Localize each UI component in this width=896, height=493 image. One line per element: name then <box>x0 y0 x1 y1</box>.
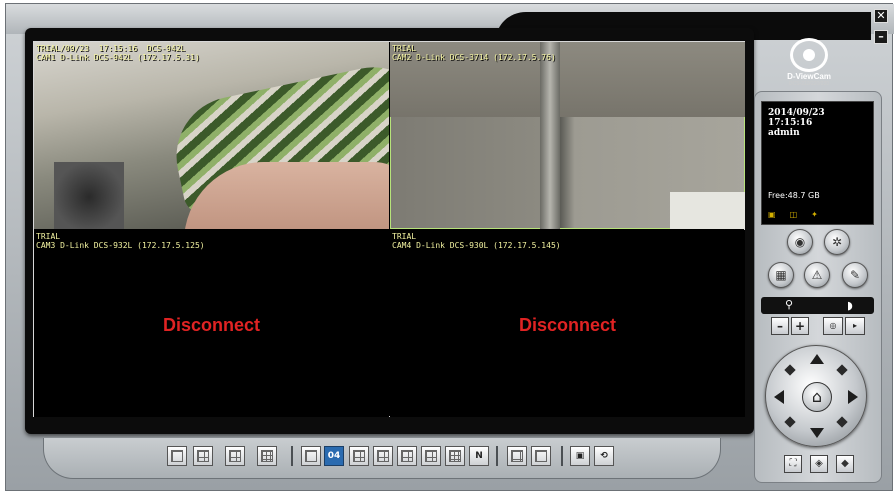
zoom-icon: ⚲ <box>785 298 794 311</box>
focus-icon: ◗ <box>847 299 853 312</box>
pan-down-right-icon[interactable] <box>836 416 848 428</box>
camera-label: TRIAL/09/23 17:15:16 DCS-942L CAM1 D-Lin… <box>36 44 200 62</box>
user-text: admin <box>768 128 800 138</box>
pan-up-left-icon[interactable] <box>784 364 796 376</box>
record-button[interactable]: ◉ <box>787 229 813 255</box>
camera-label: TRIAL CAM3 D-Link DCS-932L (172.17.5.125… <box>36 232 205 250</box>
pan-up-right-icon[interactable] <box>836 364 848 376</box>
status-icons: ▣ ◫ ✦ <box>768 210 832 219</box>
fullscreen-button[interactable]: ⛶ <box>784 455 802 473</box>
layout-custom-button[interactable]: N <box>469 446 489 466</box>
free-space-text: Free:48.7 GB <box>768 191 820 200</box>
trial-label: TRIAL <box>392 44 417 53</box>
camera-view-4[interactable]: TRIAL CAM4 D-Link DCS-930L (172.17.5.145… <box>390 230 745 417</box>
camera-image-detail <box>670 192 745 229</box>
logo-subtitle: DCS-210/220/230 <box>788 81 830 87</box>
dviewcam-logo: D-ViewCam DCS-210/220/230 <box>774 38 844 90</box>
settings-wrench-button[interactable]: ✎ <box>842 262 868 288</box>
layout-quad-button[interactable]: 04 <box>324 446 344 466</box>
focus-near-button[interactable]: ◎ <box>823 317 843 335</box>
camera-view-3[interactable]: TRIAL CAM3 D-Link DCS-932L (172.17.5.125… <box>34 230 389 417</box>
screen-button[interactable]: ▣ <box>570 446 590 466</box>
full-view-button[interactable] <box>531 446 551 466</box>
home-button[interactable]: ⌂ <box>802 382 832 412</box>
trial-label: TRIAL <box>392 232 417 241</box>
auto-cycle-button[interactable]: ⟲ <box>594 446 614 466</box>
network-icon: ✦ <box>811 210 818 219</box>
layout-button-4[interactable] <box>257 446 277 466</box>
disconnect-status: Disconnect <box>162 315 261 335</box>
layout-single-button[interactable] <box>301 446 321 466</box>
camera-overlay-text: /09/23 17:15:16 DCS-942L <box>60 44 186 53</box>
split-view-button[interactable] <box>507 446 527 466</box>
layout-button-3[interactable] <box>225 446 245 466</box>
camera-view-1[interactable]: TRIAL/09/23 17:15:16 DCS-942L CAM1 D-Lin… <box>34 42 389 229</box>
pan-down-left-icon[interactable] <box>784 416 796 428</box>
pan-up-icon[interactable] <box>810 354 824 364</box>
pan-left-icon[interactable] <box>774 390 784 404</box>
layout-10-button[interactable] <box>397 446 417 466</box>
camera-label: TRIAL CAM2 D-Link DCS-3714 (172.17.5.76) <box>392 44 556 62</box>
speaker-icon: ◫ <box>789 210 798 219</box>
monitor-icon: ▣ <box>768 210 776 219</box>
zoom-in-button[interactable]: + <box>791 317 809 335</box>
pan-down-icon[interactable] <box>810 428 824 438</box>
date-text: 2014/09/23 <box>768 108 825 118</box>
toolbar-divider <box>291 446 293 466</box>
close-button[interactable]: ✕ <box>874 9 888 23</box>
camera-view-2[interactable]: TRIAL CAM2 D-Link DCS-3714 (172.17.5.76) <box>390 42 745 229</box>
camera-name: CAM3 D-Link DCS-932L (172.17.5.125) <box>36 241 205 250</box>
auto-pan-button[interactable]: ◆ <box>836 455 854 473</box>
camera-name: CAM2 D-Link DCS-3714 (172.17.5.76) <box>392 53 556 62</box>
camera-image-detail <box>540 42 560 229</box>
film-reel-button[interactable]: ✲ <box>824 229 850 255</box>
camera-image-detail <box>54 162 124 229</box>
pan-right-icon[interactable] <box>848 390 858 404</box>
snapshot-button[interactable]: ◈ <box>810 455 828 473</box>
camera-name: CAM4 D-Link DCS-930L (172.17.5.145) <box>392 241 561 250</box>
ptz-direction-pad[interactable]: ⌂ <box>765 345 867 447</box>
layout-button-1[interactable] <box>167 446 187 466</box>
zoom-out-button[interactable]: – <box>771 317 789 335</box>
toolbar-divider <box>496 446 498 466</box>
schedule-button[interactable]: ▦ <box>768 262 794 288</box>
layout-6-button[interactable] <box>349 446 369 466</box>
camera-label: TRIAL CAM4 D-Link DCS-930L (172.17.5.145… <box>392 232 561 250</box>
layout-button-2[interactable] <box>193 446 213 466</box>
layout-13-button[interactable] <box>421 446 441 466</box>
trial-label: TRIAL <box>36 44 61 53</box>
toolbar-divider <box>561 446 563 466</box>
info-display: 2014/09/23 17:15:16 admin Free:48.7 GB ▣… <box>761 101 874 225</box>
ptz-header: ⚲ ◗ <box>761 297 874 314</box>
focus-far-button[interactable]: ▸ <box>845 317 865 335</box>
logo-name: D-ViewCam <box>787 72 831 81</box>
video-grid: TRIAL/09/23 17:15:16 DCS-942L CAM1 D-Lin… <box>33 41 745 417</box>
camera-eye-icon <box>790 38 828 72</box>
layout-9-button[interactable] <box>373 446 393 466</box>
time-text: 17:15:16 <box>768 118 813 128</box>
trial-label: TRIAL <box>36 232 61 241</box>
camera-name: CAM1 D-Link DCS-942L (172.17.5.31) <box>36 53 200 62</box>
disconnect-status: Disconnect <box>518 315 617 335</box>
alert-button[interactable]: ⚠ <box>804 262 830 288</box>
minimize-button[interactable]: – <box>874 30 888 44</box>
layout-16-button[interactable] <box>445 446 465 466</box>
